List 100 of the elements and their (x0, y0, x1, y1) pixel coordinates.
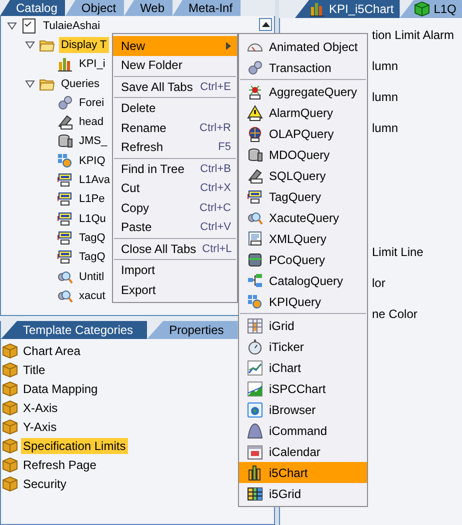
collapse-icon[interactable] (25, 40, 35, 50)
menu-item[interactable]: AlarmQuery (239, 102, 367, 123)
property-label: Limit Line (372, 244, 424, 261)
magnifier-icon (57, 288, 73, 304)
tree-item[interactable]: Forei (77, 94, 106, 111)
menu-item[interactable]: Export (113, 280, 237, 300)
menu-item[interactable]: Rename Ctrl+R (113, 118, 237, 138)
menu-item[interactable]: Delete (113, 98, 237, 118)
property-label: lumn (372, 58, 400, 75)
menu-item[interactable]: iCalendar (239, 441, 367, 462)
category-item[interactable]: Refresh Page (21, 456, 98, 472)
menu-item[interactable]: TagQuery (239, 186, 367, 207)
magnifier-icon (247, 210, 263, 226)
bar-chart-icon (57, 56, 73, 72)
tree-item[interactable]: head (77, 114, 106, 130)
category-item[interactable]: Specification Limits (21, 438, 128, 454)
menu-item[interactable]: OLAPQuery (239, 123, 367, 144)
collapse-icon[interactable] (25, 78, 35, 89)
tab[interactable]: Web (124, 0, 173, 16)
cube-icon (2, 418, 18, 434)
tree-item[interactable]: TulaieAshai (41, 18, 102, 34)
menu-item[interactable]: iCommand (239, 420, 367, 441)
cube-icon (2, 380, 18, 396)
menu-item[interactable]: i5Chart (239, 462, 367, 483)
cube-icon (2, 342, 18, 358)
cube-icon (2, 400, 18, 416)
menu-item[interactable]: Copy Ctrl+C (113, 198, 237, 218)
tree-item[interactable]: L1Ava (77, 172, 112, 188)
tab[interactable]: Properties (147, 321, 238, 339)
tree-item[interactable]: L1Qu (77, 210, 108, 227)
database-icon (57, 133, 73, 150)
menu-item[interactable]: iBrowser (239, 399, 367, 420)
grid-icon (247, 318, 263, 334)
tree-item[interactable]: KPIQ (77, 152, 108, 169)
browser-icon (247, 402, 263, 418)
menu-item[interactable]: New Folder (113, 56, 237, 75)
menu-item[interactable]: Import (113, 260, 237, 280)
database-icon (247, 146, 263, 162)
menu-item[interactable]: XMLQuery (239, 228, 367, 249)
tree-item[interactable]: JMS_ (77, 133, 110, 150)
cube-icon (2, 476, 18, 492)
property-label: tion Limit Alarm (372, 27, 456, 44)
menu-item[interactable]: Refresh F5 (113, 138, 237, 157)
cube-icon (2, 456, 18, 472)
editor-tab[interactable]: L1Q (400, 0, 462, 18)
category-item[interactable]: Title (21, 362, 48, 378)
tab[interactable]: Meta-Inf (172, 0, 241, 16)
menu-item[interactable]: Cut Ctrl+X (113, 178, 237, 198)
tree-item[interactable]: TagQ (77, 249, 108, 266)
menu-item[interactable]: Paste Ctrl+V (113, 218, 237, 237)
menu-item[interactable]: Find in Tree Ctrl+B (113, 159, 237, 178)
property-label: lor (372, 275, 386, 292)
tree-item[interactable]: KPI_i (77, 56, 108, 72)
tab[interactable]: Template Categories (1, 321, 148, 339)
tab[interactable]: Catalog (0, 0, 66, 16)
cube-icon (2, 438, 18, 454)
cube-icon (414, 1, 430, 17)
editor-tab[interactable]: KPI_i5Chart (295, 0, 400, 18)
up-arrow-icon (262, 22, 270, 27)
category-item[interactable]: Y-Axis (21, 418, 59, 434)
menu-item[interactable]: KPIQuery (239, 291, 367, 312)
menu-item[interactable]: Animated Object (239, 36, 367, 57)
menu-item[interactable]: iChart (239, 357, 367, 378)
scroll-up-button[interactable] (259, 18, 272, 31)
alarm-icon (247, 104, 263, 120)
menu-item[interactable]: iGrid (239, 315, 367, 336)
cone-icon (247, 422, 263, 438)
tree-item[interactable]: Untitl (77, 268, 106, 284)
menu-item[interactable]: i5Grid (239, 483, 367, 504)
menu-item[interactable]: Transaction (239, 57, 367, 78)
menu-item[interactable]: SQLQuery (239, 165, 367, 186)
document-icon (21, 18, 37, 34)
menu-item[interactable]: CatalogQuery (239, 270, 367, 291)
menu-item[interactable]: XacuteQuery (239, 207, 367, 228)
menu-item[interactable]: AggregateQuery (239, 81, 367, 102)
collapse-icon[interactable] (7, 20, 17, 31)
category-item[interactable]: X-Axis (21, 400, 60, 416)
tab[interactable]: Object (65, 0, 124, 16)
category-item[interactable]: Chart Area (21, 342, 82, 358)
line-chart-icon (247, 360, 263, 376)
tree-item[interactable]: xacut (77, 288, 108, 304)
stopwatch-icon (247, 338, 263, 354)
menu-item[interactable]: iTicker (239, 336, 367, 357)
category-item[interactable]: Data Mapping (21, 380, 100, 396)
menu-item[interactable]: New (113, 36, 237, 56)
menu-item[interactable]: Save All Tabs Ctrl+E (113, 77, 237, 96)
category-item[interactable]: Security (21, 476, 68, 492)
cube-icon (2, 362, 18, 378)
menu-item[interactable]: Close All Tabs Ctrl+L (113, 239, 237, 258)
menu-item[interactable]: PCoQuery (239, 249, 367, 270)
bar-chart-icon (309, 1, 325, 17)
spc-icon (247, 380, 263, 396)
menu-item[interactable]: iSPCChart (239, 378, 367, 399)
property-label: ne Color (372, 306, 418, 323)
tree-item[interactable]: Queries (59, 76, 102, 92)
tree-item[interactable]: L1Pe (77, 191, 107, 208)
menu-item[interactable]: MDOQuery (239, 144, 367, 165)
tree-item[interactable]: TagQ (77, 230, 108, 246)
tree-item[interactable]: Display T (59, 36, 109, 53)
multigrid-icon (247, 486, 263, 502)
